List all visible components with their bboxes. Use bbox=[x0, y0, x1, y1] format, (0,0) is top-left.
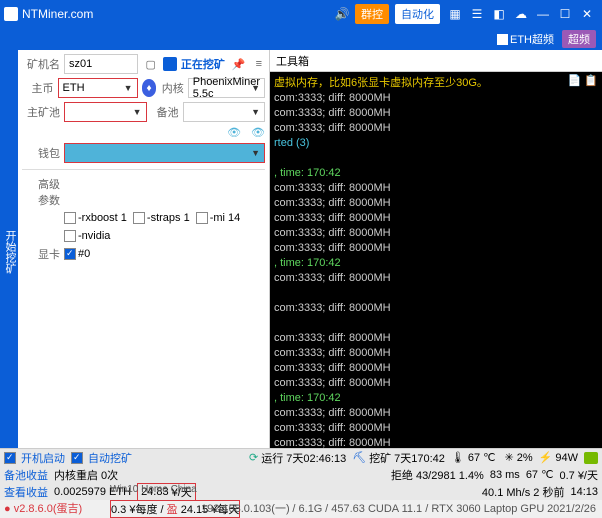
console-copy-icon[interactable]: 📄 📋 bbox=[568, 74, 598, 88]
hashrate-value: 40.1 Mh/s 2 秒前 bbox=[482, 484, 565, 500]
close-icon[interactable]: ✕ bbox=[578, 5, 596, 23]
pin-icon[interactable]: 📌 bbox=[232, 58, 246, 71]
net-profit-box: 0.3 ¥每度 / 盈 24.15 ¥每天 bbox=[110, 500, 240, 518]
copy-icon[interactable]: ▢ bbox=[145, 58, 155, 71]
speaker-icon[interactable]: 🔊 bbox=[333, 5, 351, 23]
boot-checkbox[interactable]: 开机启动 bbox=[4, 450, 65, 466]
status-bar: 开机启动 自动挖矿 ⟳运行7天02:46:13 ⛏挖矿7天170:42 🌡67 … bbox=[0, 448, 602, 500]
version-label: ● v2.8.6.0(蛋吉) bbox=[4, 500, 82, 516]
maximize-icon[interactable]: ☐ bbox=[556, 5, 574, 23]
pool-label: 主矿池 bbox=[22, 104, 60, 120]
opt-rxboost[interactable]: -rxboost 1 bbox=[64, 212, 127, 224]
date-value: 2021/2/26 bbox=[547, 503, 596, 515]
app-logo-icon bbox=[4, 7, 18, 21]
backup-profit-label[interactable]: 备池收益 bbox=[4, 467, 48, 483]
eye-icon-2[interactable]: 👁 bbox=[251, 126, 265, 139]
automation-button[interactable]: 自动化 bbox=[395, 4, 440, 24]
mine-time: 7天170:42 bbox=[394, 450, 445, 466]
mining-status-badge: 正在挖矿 bbox=[163, 56, 225, 72]
reject-value: 拒绝 43/2981 1.4% bbox=[391, 467, 484, 483]
profit-eth: 0.0025979 ETH bbox=[54, 486, 131, 498]
latency-value: 83 ms bbox=[490, 469, 520, 481]
gpu-0-checkbox[interactable]: #0 bbox=[64, 248, 90, 260]
miner-name-label: 矿机名 bbox=[22, 56, 60, 72]
opt-mi[interactable]: -mi 14 bbox=[196, 212, 241, 224]
run-time: 7天02:46:13 bbox=[286, 450, 346, 466]
power-value: 94W bbox=[555, 452, 578, 464]
app-title: NTMiner.com bbox=[22, 7, 93, 21]
gpu-info: / 457.63 CUDA 11.1 / RTX 3060 Laptop GPU bbox=[325, 503, 544, 515]
clock-value: 14:13 bbox=[570, 486, 598, 498]
power-icon: ⚡ bbox=[539, 451, 553, 464]
mining-icon bbox=[163, 57, 177, 71]
qunkong-button[interactable]: 群控 bbox=[355, 4, 389, 24]
pool-select[interactable] bbox=[64, 102, 147, 122]
mem-value: / 6.1G bbox=[292, 503, 322, 515]
titlebar: NTMiner.com 🔊 群控 自动化 ▦ ☰ ◧ ☁ — ☐ ✕ bbox=[0, 0, 602, 28]
coin-select[interactable]: ETH bbox=[58, 78, 138, 98]
profit-cny-box: 24.83 ¥/天 bbox=[137, 483, 196, 501]
fan-value: 2% bbox=[517, 452, 533, 464]
list-icon[interactable]: ☰ bbox=[468, 5, 486, 23]
dualpool-select[interactable] bbox=[183, 102, 266, 122]
opt-straps[interactable]: -straps 1 bbox=[133, 212, 190, 224]
eye-icon[interactable]: 👁 bbox=[227, 126, 241, 139]
eth-icon: ♦ bbox=[142, 79, 157, 97]
console-tab-toolbox[interactable]: 工具箱 bbox=[270, 50, 602, 72]
fan-icon: ✳ bbox=[505, 451, 514, 464]
mine-label: 挖矿 bbox=[369, 450, 391, 466]
config-panel: 矿机名 ▢ 正在挖矿 📌 ≡ 主币 ETH ♦ 内核 PhoenixMiner … bbox=[18, 50, 270, 448]
profit-label[interactable]: 查看收益 bbox=[4, 484, 48, 500]
kernel-label: 内核 bbox=[160, 80, 183, 96]
temp2-value: 67 ℃ bbox=[526, 468, 554, 481]
coin-label: 主币 bbox=[22, 80, 54, 96]
panel-icon[interactable]: ◧ bbox=[490, 5, 508, 23]
temp-value: 67 ℃ bbox=[468, 451, 496, 464]
ip-value: 192.168.0.103(一) bbox=[201, 503, 290, 515]
run-label: 运行 bbox=[261, 450, 283, 466]
dualpool-label: 备池 bbox=[151, 104, 179, 120]
opt-nvidia[interactable]: -nvidia bbox=[64, 230, 110, 242]
miner-name-input[interactable] bbox=[64, 54, 138, 74]
wallet-select[interactable] bbox=[64, 143, 265, 163]
gpu-label: 显卡 bbox=[22, 246, 60, 262]
run-icon: ⟳ bbox=[249, 451, 258, 464]
kernel-select[interactable]: PhoenixMiner 5.5c bbox=[188, 78, 265, 98]
menu-icon[interactable]: ≡ bbox=[256, 58, 262, 70]
toolbar-secondary: ETH超频 超频 bbox=[0, 28, 602, 50]
wallet-label: 钱包 bbox=[22, 145, 60, 161]
cloud-icon[interactable]: ☁ bbox=[512, 5, 530, 23]
sidebar-start-mining[interactable]: 开始挖矿 bbox=[0, 50, 18, 448]
adv-label: 高级参数 bbox=[22, 176, 60, 208]
mine-icon: ⛏ bbox=[352, 451, 366, 464]
kernel-restart-label: 内核重启 bbox=[54, 467, 98, 483]
grid-icon[interactable]: ▦ bbox=[446, 5, 464, 23]
power-day-value: 0.7 ¥/天 bbox=[559, 467, 598, 483]
console-output: 📄 📋虚拟内存，比如6张显卡虚拟内存至少30G。 com:3333; diff:… bbox=[270, 72, 602, 448]
temp-icon: 🌡 bbox=[451, 451, 465, 464]
nvidia-icon bbox=[584, 452, 598, 464]
minimize-icon[interactable]: — bbox=[534, 5, 552, 23]
automine-checkbox[interactable]: 自动挖矿 bbox=[71, 450, 132, 466]
oc-button[interactable]: 超频 bbox=[562, 30, 596, 48]
kernel-restart-value: 0次 bbox=[101, 467, 118, 483]
eth-oc-checkbox[interactable]: ETH超频 bbox=[497, 31, 554, 47]
